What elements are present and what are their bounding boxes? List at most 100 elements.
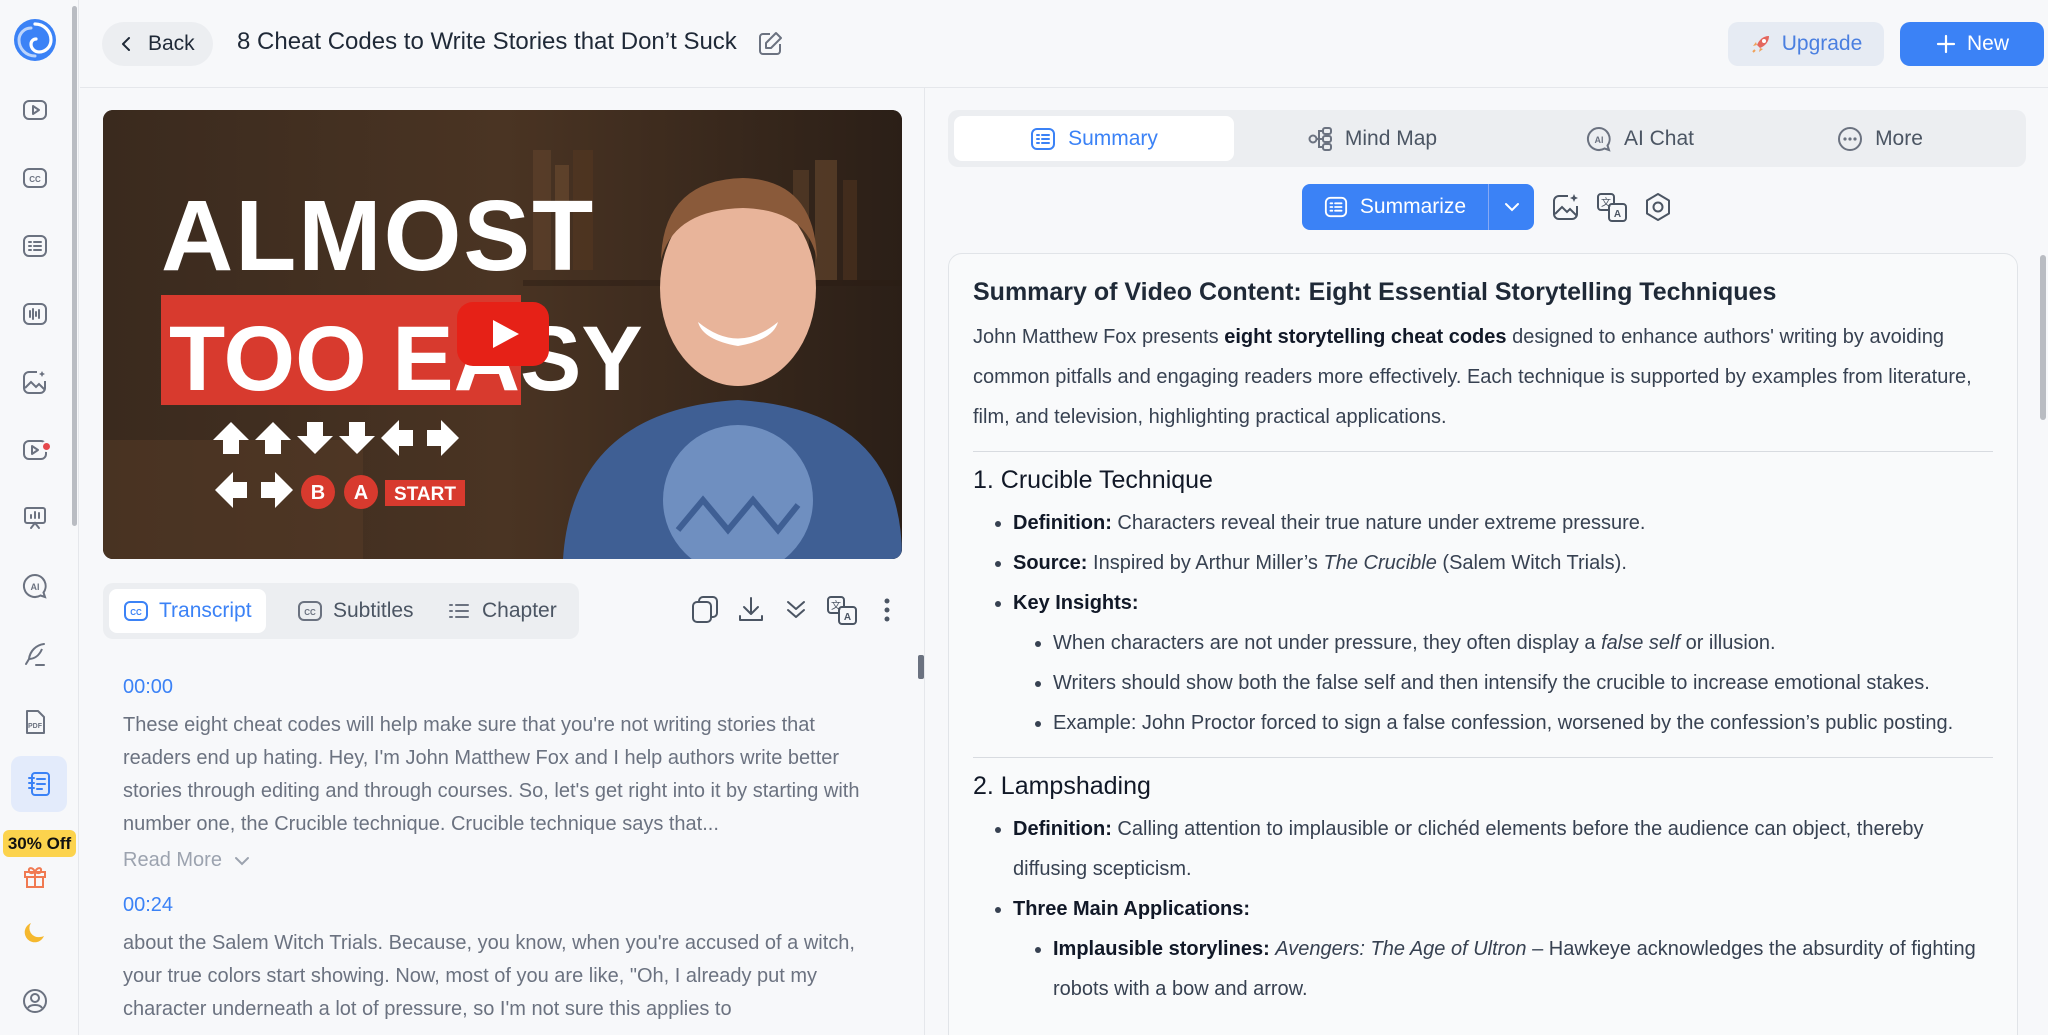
- tab-summary[interactable]: Summary: [954, 116, 1234, 161]
- sidebar-item-notes[interactable]: [11, 756, 67, 812]
- list-item: When characters are not under pressure, …: [1053, 623, 1993, 663]
- video-icon: [23, 100, 47, 120]
- summarize-label: Summarize: [1359, 195, 1467, 218]
- summary-intro: John Matthew Fox presents eight storytel…: [973, 326, 1972, 428]
- transcript-entry: 00:24 about the Salem Witch Trials. Beca…: [103, 894, 893, 1026]
- more-vertical-icon[interactable]: [871, 594, 903, 626]
- summarize-button[interactable]: Summarize: [1302, 184, 1488, 230]
- svg-text:A: A: [844, 612, 851, 623]
- tab-ai-chat[interactable]: AI AI Chat: [1500, 116, 1780, 161]
- sidebar-item-video-ai[interactable]: [15, 430, 55, 470]
- tab-summary-label: Summary: [1068, 126, 1158, 150]
- svg-text:PDF: PDF: [28, 723, 43, 730]
- resize-handle[interactable]: [918, 655, 924, 679]
- section-heading: 2. Lampshading: [973, 772, 1151, 800]
- transcript-text: These eight cheat codes will help make s…: [123, 714, 860, 835]
- sidebar-item-gift[interactable]: [15, 856, 55, 896]
- left-sidebar: CC AI PDF 30% Off: [0, 0, 79, 1035]
- ai-chat-icon: AI: [23, 573, 47, 599]
- image-edit-icon[interactable]: [1550, 191, 1582, 223]
- read-more-button[interactable]: Read More: [123, 849, 893, 872]
- upgrade-label: Upgrade: [1781, 32, 1863, 55]
- moon-icon: [24, 923, 44, 943]
- video-player[interactable]: ALMOST TOO EASY B A START: [103, 110, 902, 559]
- section-list: Definition: Characters reveal their true…: [1013, 503, 1993, 743]
- svg-text:A: A: [1614, 209, 1621, 220]
- list-icon: [23, 235, 47, 257]
- audio-icon: [23, 303, 47, 325]
- transcript-tabs: CC Transcript CC Subtitles Chapter: [103, 583, 579, 639]
- sidebar-item-ai-chat[interactable]: AI: [15, 566, 55, 606]
- thumbnail-text-too-easy: TOO EASY: [169, 308, 643, 410]
- translate-icon[interactable]: 文A: [1596, 191, 1628, 223]
- video-thumbnail: ALMOST TOO EASY B A START: [103, 110, 902, 559]
- tab-subtitles-label: Subtitles: [333, 599, 414, 622]
- sidebar-item-captions[interactable]: CC: [15, 158, 55, 198]
- content-tabs: Summary Mind Map AI AI Chat More: [948, 110, 2026, 167]
- summary-title: Summary of Video Content: Eight Essentia…: [973, 278, 1777, 306]
- pane-divider: [924, 88, 925, 1035]
- transcript-text: about the Salem Witch Trials. Because, y…: [123, 932, 855, 1020]
- list-item: Writers should show both the false self …: [1053, 663, 1993, 703]
- translate-icon[interactable]: 文A: [826, 594, 858, 626]
- sidebar-item-presentation[interactable]: [15, 498, 55, 538]
- sidebar-item-write[interactable]: [15, 634, 55, 674]
- edit-icon[interactable]: [756, 30, 784, 58]
- top-bar: Back 8 Cheat Codes to Write Stories that…: [80, 0, 2048, 88]
- captions-icon: CC: [298, 601, 322, 621]
- sidebar-item-pdf[interactable]: PDF: [15, 702, 55, 742]
- tab-mind-map[interactable]: Mind Map: [1232, 116, 1512, 161]
- list-item: Example: John Proctor forced to sign a f…: [1053, 703, 1993, 743]
- divider: [973, 451, 1993, 452]
- sidebar-item-audio[interactable]: [15, 294, 55, 334]
- svg-text:AI: AI: [1594, 135, 1603, 145]
- rocket-icon: [1752, 36, 1769, 53]
- captions-icon: CC: [23, 168, 47, 188]
- list-item: Key Insights: When characters are not un…: [1013, 583, 1993, 743]
- sidebar-item-account[interactable]: [15, 981, 55, 1021]
- svg-text:文: 文: [831, 599, 841, 612]
- list-icon: [1324, 196, 1347, 218]
- app-logo-icon[interactable]: [13, 18, 57, 62]
- thumbnail-a-button: A: [354, 482, 368, 504]
- notes-icon: [28, 772, 50, 796]
- chevron-down-icon: [1504, 203, 1519, 212]
- summarize-options-button[interactable]: [1488, 184, 1534, 230]
- settings-icon[interactable]: [1642, 191, 1674, 223]
- tab-chapter[interactable]: Chapter: [432, 589, 571, 633]
- notification-dot: [41, 441, 52, 452]
- play-icon[interactable]: [457, 302, 549, 366]
- list-item: Definition: Calling attention to implaus…: [1013, 809, 1993, 889]
- summary-scrollbar[interactable]: [2040, 255, 2046, 420]
- account-icon: [23, 989, 47, 1013]
- sidebar-scrollbar[interactable]: [72, 6, 77, 526]
- tab-transcript[interactable]: CC Transcript: [109, 589, 266, 633]
- sidebar-item-video[interactable]: [15, 90, 55, 130]
- theme-toggle[interactable]: [15, 912, 55, 952]
- divider: [973, 757, 1993, 758]
- tab-chapter-label: Chapter: [482, 599, 557, 622]
- copy-icon[interactable]: [689, 594, 721, 626]
- presentation-icon: [24, 507, 46, 529]
- discount-badge[interactable]: 30% Off: [3, 830, 76, 857]
- sidebar-item-list[interactable]: [15, 226, 55, 266]
- more-horizontal-icon: [1838, 126, 1863, 151]
- timestamp-link[interactable]: 00:24: [123, 894, 893, 917]
- timestamp-link[interactable]: 00:00: [123, 676, 893, 699]
- section-heading: 1. Crucible Technique: [973, 466, 1213, 494]
- new-button[interactable]: New: [1900, 22, 2044, 66]
- chevron-down-icon: [234, 856, 249, 865]
- upgrade-button[interactable]: Upgrade: [1728, 22, 1884, 66]
- sidebar-item-image-edit[interactable]: [15, 362, 55, 402]
- image-edit-icon: [23, 371, 46, 394]
- back-button[interactable]: Back: [102, 22, 213, 66]
- tab-subtitles[interactable]: CC Subtitles: [283, 589, 428, 633]
- svg-text:文: 文: [1601, 196, 1611, 209]
- download-icon[interactable]: [735, 594, 767, 626]
- collapse-down-icon[interactable]: [780, 594, 812, 626]
- svg-text:CC: CC: [304, 608, 316, 617]
- read-more-label: Read More: [123, 849, 222, 871]
- ai-chat-icon: AI: [1586, 126, 1611, 152]
- thumbnail-start: START: [394, 484, 456, 505]
- tab-more[interactable]: More: [1740, 116, 2020, 161]
